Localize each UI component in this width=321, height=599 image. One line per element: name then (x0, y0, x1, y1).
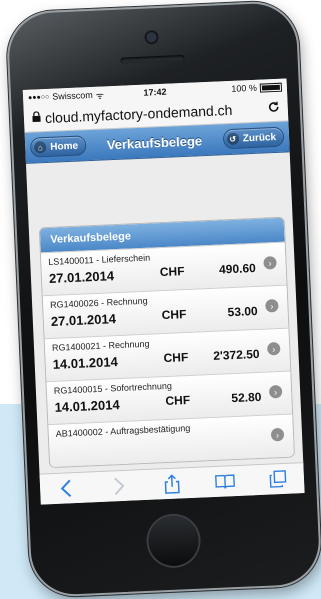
home-icon: ⌂ (34, 140, 47, 154)
document-currency: CHF (165, 392, 191, 409)
tabs-icon[interactable] (266, 468, 289, 491)
document-title: RG1400015 - Sofortrechnung (53, 380, 173, 396)
chevron-right-icon[interactable]: › (263, 256, 277, 270)
earpiece-speaker (120, 54, 185, 64)
back-icon: ↺ (226, 132, 239, 146)
document-title: RG1400021 - Rechnung (51, 338, 150, 353)
list-item[interactable]: AB1400002 - Auftragsbestätigung › (48, 413, 294, 468)
document-list: Verkaufsbelege LS1400011 - Lieferschein … (38, 216, 296, 469)
document-date: 14.01.2014 (52, 354, 119, 372)
back-button-label: Zurück (242, 131, 277, 144)
phone-home-button[interactable] (147, 514, 200, 567)
back-arrow-icon[interactable] (55, 477, 78, 500)
back-button[interactable]: ↺ Zurück (222, 126, 285, 150)
document-date: 27.01.2014 (48, 268, 115, 286)
document-title: AB1400002 - Auftragsbestätigung (55, 422, 191, 439)
browser-toolbar (39, 462, 305, 505)
document-amount: 2'372.50 (212, 346, 260, 363)
lock-icon (32, 111, 42, 125)
document-currency: CHF (159, 264, 185, 280)
chevron-right-icon[interactable]: › (270, 427, 285, 442)
phone-screen: ●●●○○ Swisscom ᯤ 17:42 100 % cloud.myfac… (22, 78, 305, 505)
reload-icon[interactable] (267, 100, 280, 117)
front-camera (146, 32, 157, 43)
document-title: LS1400011 - Lieferschein (48, 252, 151, 268)
share-icon[interactable] (161, 472, 184, 495)
chevron-right-icon[interactable]: › (268, 384, 283, 399)
page-title: Verkaufsbelege (106, 132, 203, 152)
document-title: RG1400026 - Rechnung (49, 295, 148, 310)
document-amount: 52.80 (231, 389, 262, 406)
document-amount: 490.60 (218, 260, 257, 277)
document-currency: CHF (161, 307, 187, 323)
home-button[interactable]: ⌂ Home (29, 135, 87, 158)
home-button-label: Home (50, 140, 79, 153)
document-currency: CHF (163, 350, 189, 366)
document-amount: 53.00 (227, 303, 258, 320)
document-date: 27.01.2014 (50, 311, 117, 329)
bookmarks-icon[interactable] (213, 470, 236, 493)
chevron-right-icon[interactable]: › (265, 299, 279, 313)
battery-icon (259, 82, 283, 93)
document-date: 14.01.2014 (54, 397, 120, 415)
forward-arrow-icon[interactable] (108, 475, 131, 498)
url-text[interactable]: cloud.myfactory-ondemand.ch (45, 100, 268, 126)
chevron-right-icon[interactable]: › (266, 341, 281, 356)
phone-frame: ●●●○○ Swisscom ᯤ 17:42 100 % cloud.myfac… (5, 0, 321, 599)
